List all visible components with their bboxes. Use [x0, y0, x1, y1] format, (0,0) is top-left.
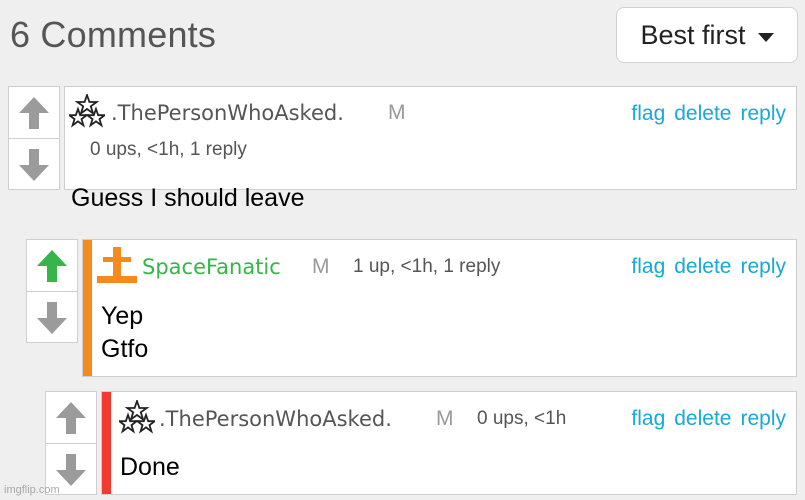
comment-actions: flag delete reply: [631, 255, 786, 279]
delete-link[interactable]: delete: [674, 102, 731, 126]
mod-cross-icon: [97, 245, 137, 288]
stars-icon: [116, 398, 158, 439]
upvote-button[interactable]: [46, 392, 96, 444]
arrow-up-icon: [56, 401, 86, 434]
arrow-down-icon: [19, 148, 49, 181]
comment-actions: flag delete reply: [631, 102, 786, 126]
comment-meta: 0 ups, <1h, 1 reply: [90, 139, 247, 160]
vote-box: [45, 391, 97, 495]
comments-count-title: 6 Comments: [10, 14, 217, 55]
comment-panel: SpaceFanatic M 1 up, <1h, 1 reply flag d…: [82, 239, 797, 377]
membership-badge: M: [312, 255, 330, 278]
vote-box: [26, 239, 78, 343]
comment-body-line: Guess I should leave: [71, 184, 305, 212]
chevron-down-icon: [757, 32, 774, 42]
comment-body: Guess I should leave: [71, 182, 304, 215]
downvote-button[interactable]: [27, 292, 77, 343]
comment: .ThePersonWhoAsked. M 0 ups, <1h flag de…: [45, 391, 797, 495]
comment-username[interactable]: .ThePersonWhoAsked.: [159, 407, 392, 431]
thread-stripe: [83, 240, 92, 376]
stars-icon: [66, 92, 108, 133]
upvote-button[interactable]: [27, 240, 77, 292]
comment-body-line: Gtfo: [101, 335, 149, 363]
reply-link[interactable]: reply: [740, 255, 786, 279]
arrow-down-icon: [56, 453, 86, 486]
membership-badge: M: [436, 407, 454, 430]
flag-link[interactable]: flag: [631, 102, 665, 126]
comment-meta: 0 ups, <1h: [477, 408, 567, 429]
comment-username[interactable]: SpaceFanatic: [142, 255, 281, 279]
comment-actions: flag delete reply: [631, 407, 786, 431]
comment-body: Done: [120, 451, 180, 484]
downvote-button[interactable]: [9, 139, 59, 190]
comment: .ThePersonWhoAsked. M 0 ups, <1h, 1 repl…: [8, 86, 797, 212]
comment-panel: .ThePersonWhoAsked. M 0 ups, <1h, 1 repl…: [64, 86, 797, 212]
delete-link[interactable]: delete: [674, 407, 731, 431]
comment-body-line: Done: [120, 453, 180, 481]
upvote-button[interactable]: [9, 87, 59, 139]
delete-link[interactable]: delete: [674, 255, 731, 279]
comment-body: Yep Gtfo: [101, 300, 148, 366]
watermark: imgflip.com: [4, 484, 60, 496]
membership-badge: M: [388, 101, 406, 124]
sort-dropdown-label: Best first: [640, 19, 746, 50]
sort-dropdown[interactable]: Best first: [616, 7, 798, 63]
comment-meta: 1 up, <1h, 1 reply: [353, 256, 501, 277]
flag-link[interactable]: flag: [631, 407, 665, 431]
comment-panel: .ThePersonWhoAsked. M 0 ups, <1h flag de…: [101, 391, 797, 495]
vote-box: [8, 86, 60, 190]
reply-link[interactable]: reply: [740, 407, 786, 431]
comment: SpaceFanatic M 1 up, <1h, 1 reply flag d…: [26, 239, 797, 377]
thread-stripe: [102, 392, 111, 494]
arrow-down-icon: [37, 301, 67, 334]
arrow-up-icon: [19, 96, 49, 129]
arrow-up-icon: [37, 249, 67, 282]
comment-username[interactable]: .ThePersonWhoAsked.: [111, 101, 344, 125]
reply-link[interactable]: reply: [740, 102, 786, 126]
comment-body-line: Yep: [101, 302, 144, 330]
flag-link[interactable]: flag: [631, 255, 665, 279]
